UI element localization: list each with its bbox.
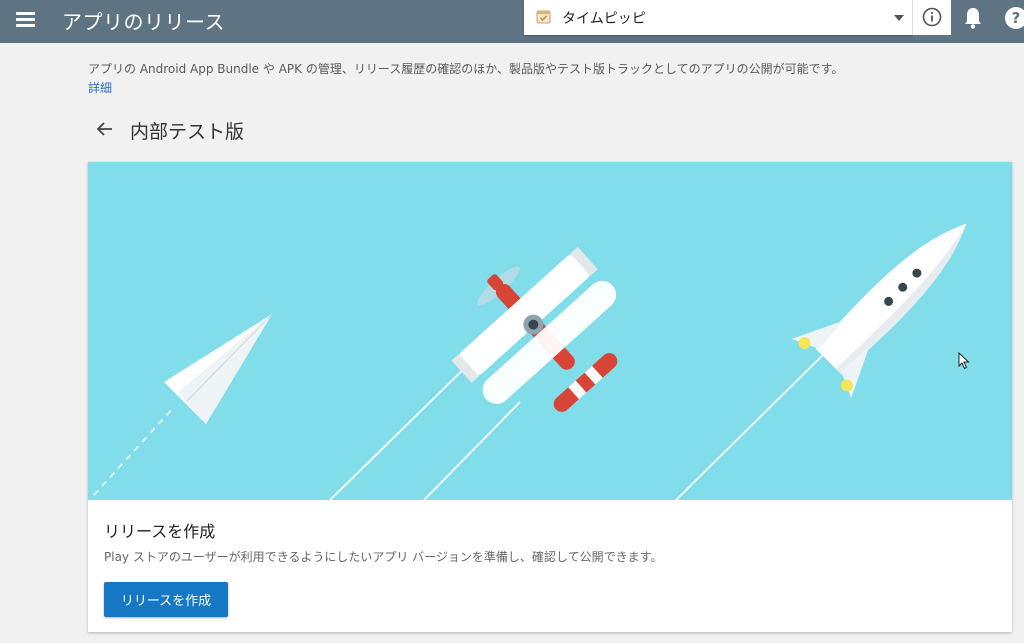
create-release-card: リリースを作成 Play ストアのユーザーが利用できるようにしたいアプリ バージ… (88, 162, 1012, 632)
card-description: Play ストアのユーザーが利用できるようにしたいアプリ バージョンを準備し、確… (104, 550, 663, 564)
mouse-cursor-icon (958, 351, 970, 374)
info-icon (922, 7, 942, 27)
help-icon[interactable]: ? (1004, 6, 1024, 34)
hero-illustration (88, 162, 1012, 500)
chevron-down-icon (894, 15, 904, 21)
info-button[interactable] (912, 0, 951, 35)
page-title: 内部テスト版 (130, 121, 245, 143)
create-release-button[interactable]: リリースを作成 (104, 582, 228, 617)
selected-app-name: タイムピッピ (562, 11, 646, 27)
back-arrow-icon[interactable] (94, 118, 116, 144)
svg-text:?: ? (1012, 9, 1021, 27)
app-bar-title: アプリのリリース (62, 10, 225, 34)
menu-icon[interactable] (16, 10, 36, 28)
notification-bell-icon[interactable] (962, 6, 984, 34)
app-selector-dropdown[interactable]: タイムピッピ (524, 0, 912, 35)
details-link[interactable]: 詳細 (88, 79, 112, 96)
top-app-bar: アプリのリリース タイムピッピ ? (0, 0, 1024, 43)
calendar-icon (536, 9, 551, 28)
paper-plane-illustration (164, 313, 273, 424)
card-title: リリースを作成 (104, 522, 216, 541)
biplane-illustration (451, 246, 618, 412)
page-description: アプリの Android App Bundle や APK の管理、リリース履歴… (88, 62, 844, 76)
